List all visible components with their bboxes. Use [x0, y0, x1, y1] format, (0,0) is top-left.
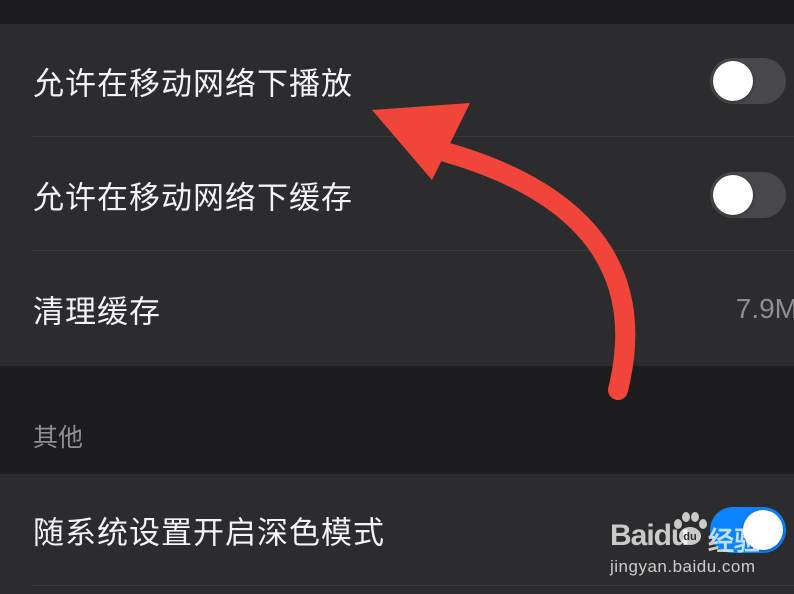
cache-on-cellular-toggle[interactable]: [710, 171, 786, 218]
toggle-knob: [743, 510, 783, 550]
cache-settings-group: 允许在移动网络下播放 允许在移动网络下缓存 清理缓存 7.9M: [0, 24, 794, 366]
play-on-cellular-toggle[interactable]: [710, 57, 786, 104]
section-header-other: 其他: [0, 366, 794, 474]
setting-row-play-on-cellular[interactable]: 允许在移动网络下播放: [0, 24, 794, 137]
toggle-knob: [713, 60, 753, 101]
setting-label: 清理缓存: [33, 294, 161, 331]
settings-page: 允许在移动网络下播放 允许在移动网络下缓存 清理缓存 7.9M 其他 随系统设置…: [0, 0, 794, 594]
setting-label: 允许在移动网络下缓存: [33, 180, 353, 216]
setting-row-cache-on-cellular[interactable]: 允许在移动网络下缓存: [0, 138, 794, 251]
setting-row-clear-cache[interactable]: 清理缓存 7.9M: [0, 252, 794, 366]
top-spacer: [0, 0, 794, 24]
dark-mode-toggle[interactable]: [710, 507, 786, 553]
setting-label: 允许在移动网络下播放: [33, 66, 353, 102]
section-title: 其他: [33, 423, 84, 452]
row-divider: [32, 250, 794, 251]
toggle-knob: [713, 174, 753, 215]
row-divider: [32, 585, 794, 586]
row-divider: [32, 136, 794, 137]
cache-size-value: 7.9M: [735, 293, 794, 324]
other-settings-group: 随系统设置开启深色模式: [0, 474, 794, 594]
setting-row-follow-system-dark-mode[interactable]: 随系统设置开启深色模式: [0, 474, 794, 586]
setting-label: 随系统设置开启深色模式: [33, 515, 385, 552]
